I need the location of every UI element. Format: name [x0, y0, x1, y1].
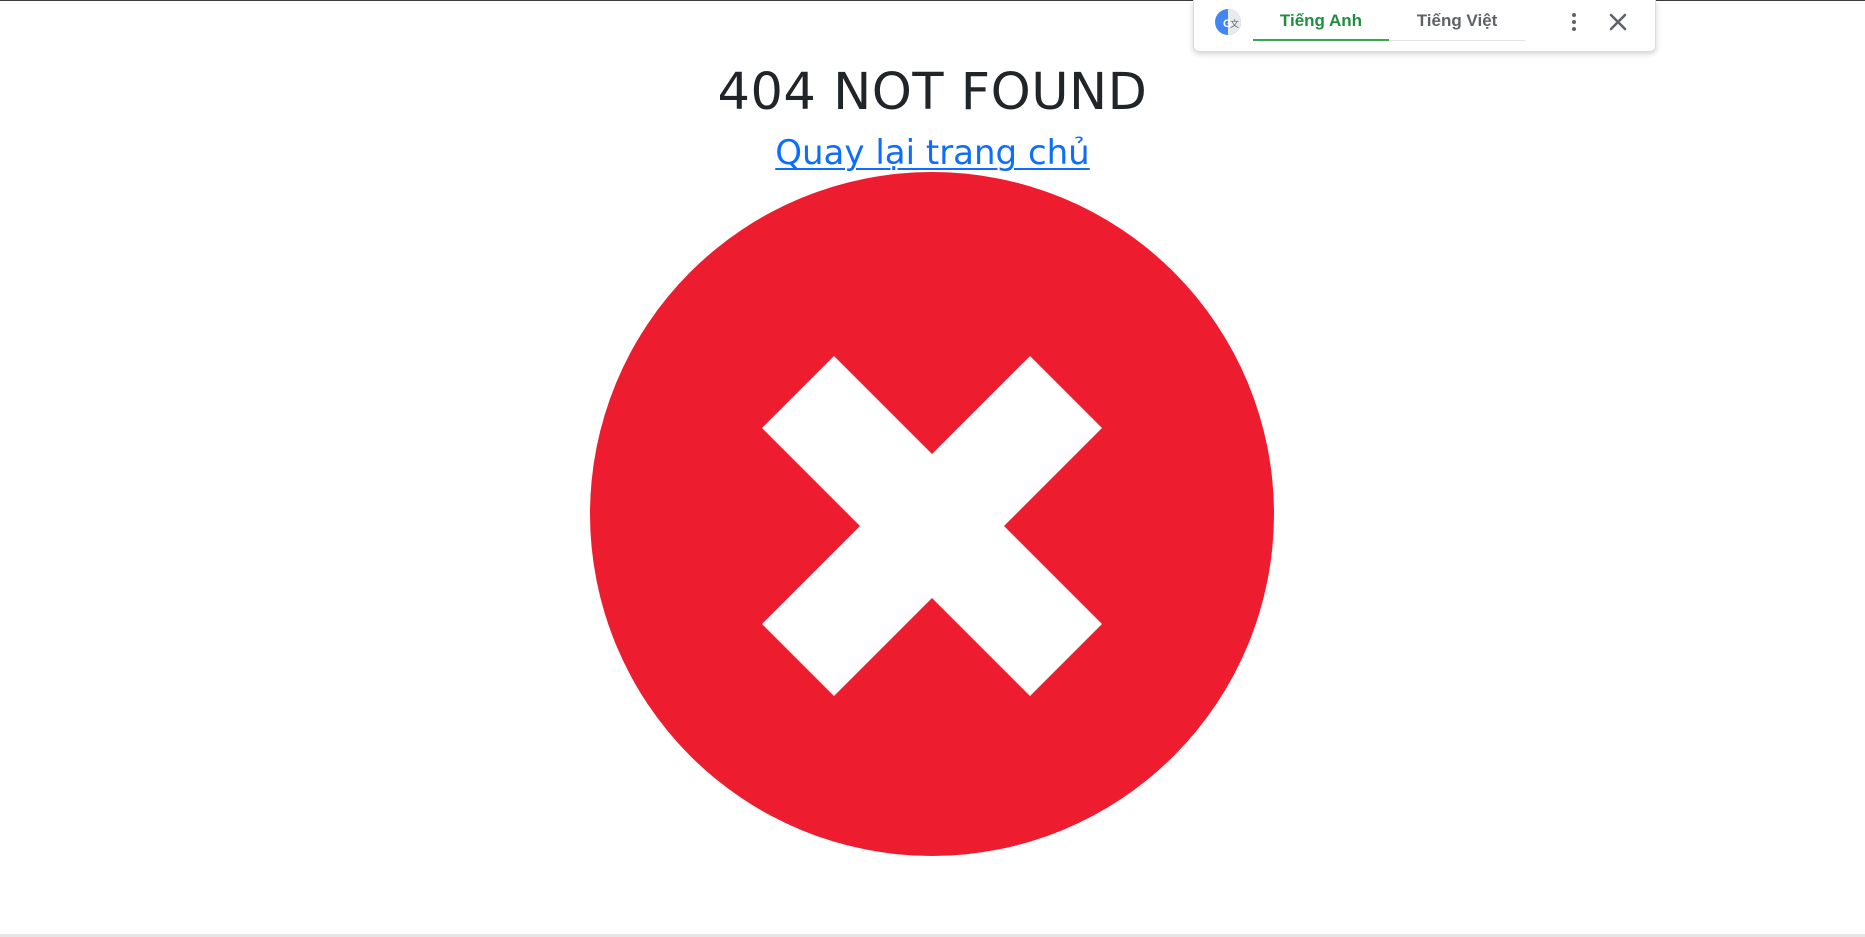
tab-source-language[interactable]: Tiếng Anh [1253, 0, 1389, 41]
more-vert-icon[interactable] [1564, 11, 1584, 33]
close-icon[interactable] [1606, 10, 1630, 34]
translate-bar: G 文 Tiếng Anh Tiếng Việt [1193, 0, 1656, 52]
page-title: 404 NOT FOUND [717, 63, 1148, 122]
tab-target-language[interactable]: Tiếng Việt [1389, 0, 1525, 41]
svg-text:文: 文 [1230, 18, 1239, 29]
back-to-home-link[interactable]: Quay lại trang chủ [775, 133, 1089, 173]
home-link-container: Quay lại trang chủ [0, 128, 1865, 178]
error-x-circle-icon [590, 172, 1274, 856]
google-translate-icon: G 文 [1215, 9, 1241, 35]
